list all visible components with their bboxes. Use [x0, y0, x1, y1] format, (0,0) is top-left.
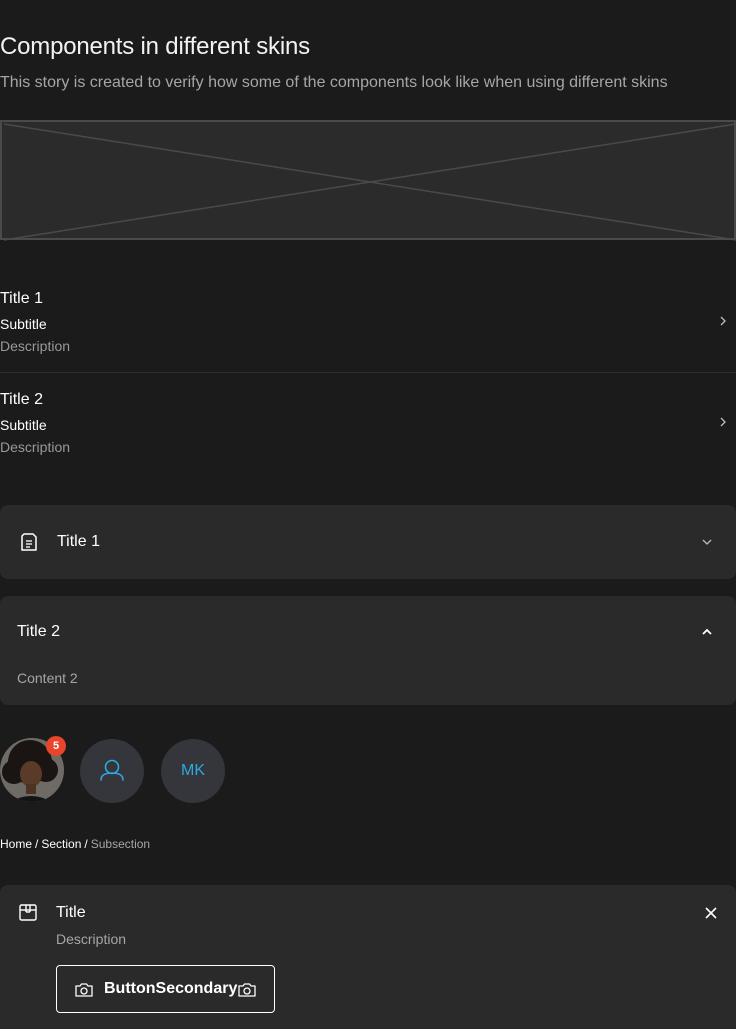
avatar-initials: MK [161, 739, 225, 803]
accordion-header-2[interactable]: Title 2 [0, 596, 736, 666]
list-item-2[interactable]: Title 2 Subtitle Description [0, 373, 736, 473]
chevron-right-icon [720, 316, 726, 326]
list-item-description: Description [0, 439, 71, 455]
accordion-title: Title 2 [17, 623, 60, 640]
placeholder-cross-icon [3, 123, 736, 241]
avatar-user-icon-button[interactable] [80, 739, 144, 803]
breadcrumb: Home / Section / Subsection [0, 837, 150, 851]
story-description: This story is created to verify how some… [0, 74, 668, 91]
chevron-up-icon [702, 628, 712, 635]
notification-badge: 5 [46, 736, 66, 756]
camera-icon [238, 983, 256, 997]
document-icon [21, 533, 37, 551]
package-icon [19, 904, 37, 921]
list-item-title: Title 1 [0, 290, 43, 307]
accordion-header-1[interactable]: Title 1 [0, 505, 736, 579]
list-item-title: Title 2 [0, 391, 43, 408]
breadcrumb-item-home[interactable]: Home [0, 837, 32, 851]
notification-description: Description [56, 931, 127, 947]
notification-card: Title Description ButtonSecondary [0, 885, 736, 1029]
close-icon[interactable] [704, 906, 718, 920]
button-secondary[interactable]: ButtonSecondary [56, 965, 275, 1013]
accordion-title: Title 1 [57, 533, 100, 550]
list-item-1[interactable]: Title 1 Subtitle Description [0, 272, 736, 372]
breadcrumb-separator: / [84, 837, 88, 851]
accordion-item-2: Title 2 Content 2 [0, 596, 736, 705]
list-item-description: Description [0, 338, 71, 354]
story-page: Components in different skins This story… [0, 0, 736, 1029]
accordion-item-1: Title 1 [0, 505, 736, 579]
accordion-content: Content 2 [17, 670, 78, 686]
user-icon [100, 759, 124, 781]
list-item-subtitle: Subtitle [0, 417, 47, 433]
breadcrumb-separator: / [35, 837, 39, 851]
list-item-subtitle: Subtitle [0, 316, 47, 332]
breadcrumb-item-current: Subsection [90, 837, 151, 851]
image-placeholder [0, 120, 736, 241]
chevron-down-icon [702, 539, 712, 545]
camera-icon [75, 983, 93, 997]
story-title: Components in different skins [0, 33, 310, 60]
chevron-right-icon [720, 417, 726, 427]
button-secondary-label: ButtonSecondary [104, 980, 238, 997]
breadcrumb-item-section[interactable]: Section [41, 837, 81, 851]
notification-title: Title [56, 904, 86, 921]
